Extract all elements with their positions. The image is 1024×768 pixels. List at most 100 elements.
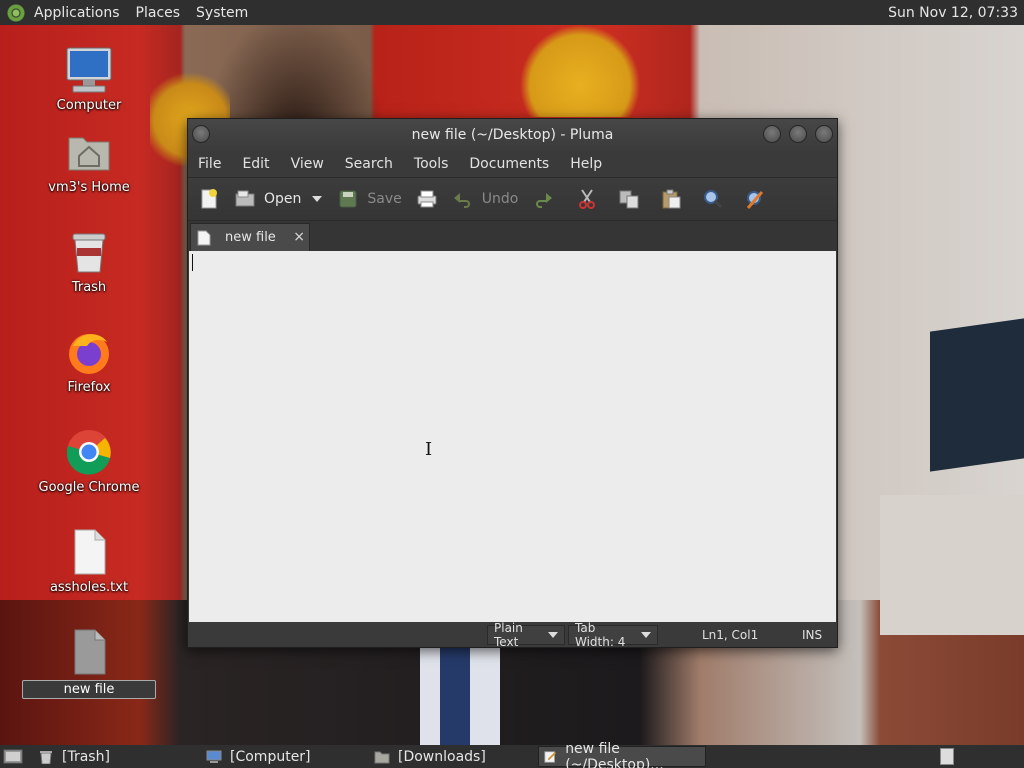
print-button[interactable] [416, 188, 438, 210]
task-label: new file (~/Desktop)... [565, 740, 664, 768]
cut-button[interactable] [576, 188, 598, 210]
desktop-icon-firefox[interactable]: Firefox [22, 328, 156, 395]
language-selector[interactable]: Plain Text [487, 621, 565, 649]
task-label: [Trash] [62, 748, 110, 765]
open-folder-icon [234, 188, 256, 210]
desktop-icon-label: Trash [71, 280, 107, 295]
desktop-icon-new-file[interactable]: new file [22, 628, 156, 699]
computer-icon [65, 46, 113, 94]
desktop-icon-label: Google Chrome [38, 480, 140, 495]
task-trash[interactable]: [Trash] [34, 746, 194, 767]
text-caret [192, 254, 193, 271]
save-icon [337, 188, 359, 210]
find-replace-icon [744, 188, 766, 210]
cursor-position: Ln1, Col1 [702, 627, 759, 642]
new-button[interactable] [198, 188, 220, 210]
redo-button[interactable] [532, 188, 554, 210]
maximize-button[interactable] [789, 125, 807, 143]
printer-icon [416, 188, 438, 210]
copy-icon [618, 188, 640, 210]
document-tabbar: new file × [188, 221, 837, 251]
new-document-icon [198, 188, 220, 210]
trash-icon [40, 750, 52, 764]
open-button[interactable]: Open [234, 188, 301, 210]
language-label: Plain Text [494, 621, 523, 649]
menu-edit[interactable]: Edit [242, 156, 269, 172]
copy-button[interactable] [618, 188, 640, 210]
toolbar: Open Save Undo [188, 177, 837, 221]
document-tab[interactable]: new file × [190, 223, 310, 251]
applications-menu[interactable]: Applications [34, 5, 120, 21]
menu-file[interactable]: File [198, 156, 221, 172]
computer-icon [206, 750, 222, 763]
tab-label: new file [225, 230, 276, 245]
wallpaper-laptop [930, 318, 1024, 472]
task-label: [Computer] [230, 748, 311, 765]
system-menu[interactable]: System [196, 5, 248, 21]
ibeam-cursor-icon: I [425, 439, 433, 460]
show-desktop-icon[interactable] [3, 748, 23, 768]
desktop-icon-label: Computer [56, 98, 122, 113]
chevron-down-icon [548, 632, 558, 638]
desktop-icon-label: new file [22, 680, 156, 699]
desktop-icon-label: assholes.txt [49, 580, 129, 595]
open-label: Open [264, 191, 302, 207]
scissors-icon [576, 188, 598, 210]
desktop-icon-chrome[interactable]: Google Chrome [22, 428, 156, 495]
desktop-icon-label: vm3's Home [48, 180, 130, 195]
chevron-down-icon [641, 632, 651, 638]
desktop-icon-trash[interactable]: Trash [22, 228, 156, 295]
chevron-down-icon [312, 196, 323, 202]
menu-help[interactable]: Help [570, 156, 602, 172]
tab-width-selector[interactable]: Tab Width: 4 [568, 621, 658, 649]
minimize-button[interactable] [763, 125, 781, 143]
wallpaper-star-right [510, 25, 650, 117]
menubar: File Edit View Search Tools Documents He… [188, 151, 837, 177]
close-button[interactable] [815, 125, 833, 143]
window-titlebar[interactable]: new file (~/Desktop) - Pluma [188, 119, 837, 151]
window-title: new file (~/Desktop) - Pluma [411, 127, 614, 143]
task-downloads[interactable]: [Downloads] [370, 746, 530, 767]
top-panel: Applications Places System Sun Nov 12, 0… [0, 0, 1024, 25]
desktop-icon-computer[interactable]: Computer [22, 46, 156, 113]
text-file-icon [65, 528, 113, 576]
replace-button[interactable] [744, 188, 766, 210]
wallpaper-cabinet [880, 495, 1024, 635]
undo-button[interactable]: Undo [452, 188, 518, 210]
text-editor-area[interactable]: I [189, 251, 836, 623]
blank-file-icon [65, 628, 113, 676]
open-recent-dropdown[interactable] [311, 194, 323, 204]
find-button[interactable] [702, 188, 724, 210]
task-computer[interactable]: [Computer] [202, 746, 362, 767]
bottom-taskbar: [Trash] [Computer] [Downloads] new file … [0, 741, 1024, 768]
menu-tools[interactable]: Tools [414, 156, 449, 172]
desktop-icon-home[interactable]: vm3's Home [22, 128, 156, 195]
text-editor-icon [544, 750, 557, 763]
window-menu-button[interactable] [192, 125, 210, 143]
workspace-switcher[interactable] [940, 748, 954, 765]
task-pluma[interactable]: new file (~/Desktop)... [538, 741, 706, 768]
search-icon [702, 188, 724, 210]
mate-logo-icon[interactable] [6, 2, 26, 23]
pluma-window: new file (~/Desktop) - Pluma File Edit V… [187, 118, 838, 649]
task-label: [Downloads] [398, 748, 486, 765]
save-button[interactable]: Save [337, 188, 402, 210]
places-menu[interactable]: Places [136, 5, 181, 21]
document-icon [197, 230, 211, 245]
folder-icon [374, 751, 390, 763]
redo-icon [532, 188, 554, 210]
desktop-icon-assholes-txt[interactable]: assholes.txt [22, 528, 156, 595]
paste-icon [660, 188, 682, 210]
undo-icon [452, 188, 474, 210]
insert-mode: INS [802, 627, 823, 642]
tab-width-label: Tab Width: 4 [575, 621, 626, 649]
menu-view[interactable]: View [291, 156, 324, 172]
chrome-icon [65, 428, 113, 476]
save-label: Save [367, 191, 402, 207]
menu-documents[interactable]: Documents [469, 156, 549, 172]
menu-search[interactable]: Search [345, 156, 393, 172]
clock[interactable]: Sun Nov 12, 07:33 [888, 5, 1018, 21]
paste-button[interactable] [660, 188, 682, 210]
statusbar: Plain Text Tab Width: 4 Ln1, Col1 INS [188, 621, 837, 649]
tab-close-icon[interactable]: × [293, 229, 305, 245]
